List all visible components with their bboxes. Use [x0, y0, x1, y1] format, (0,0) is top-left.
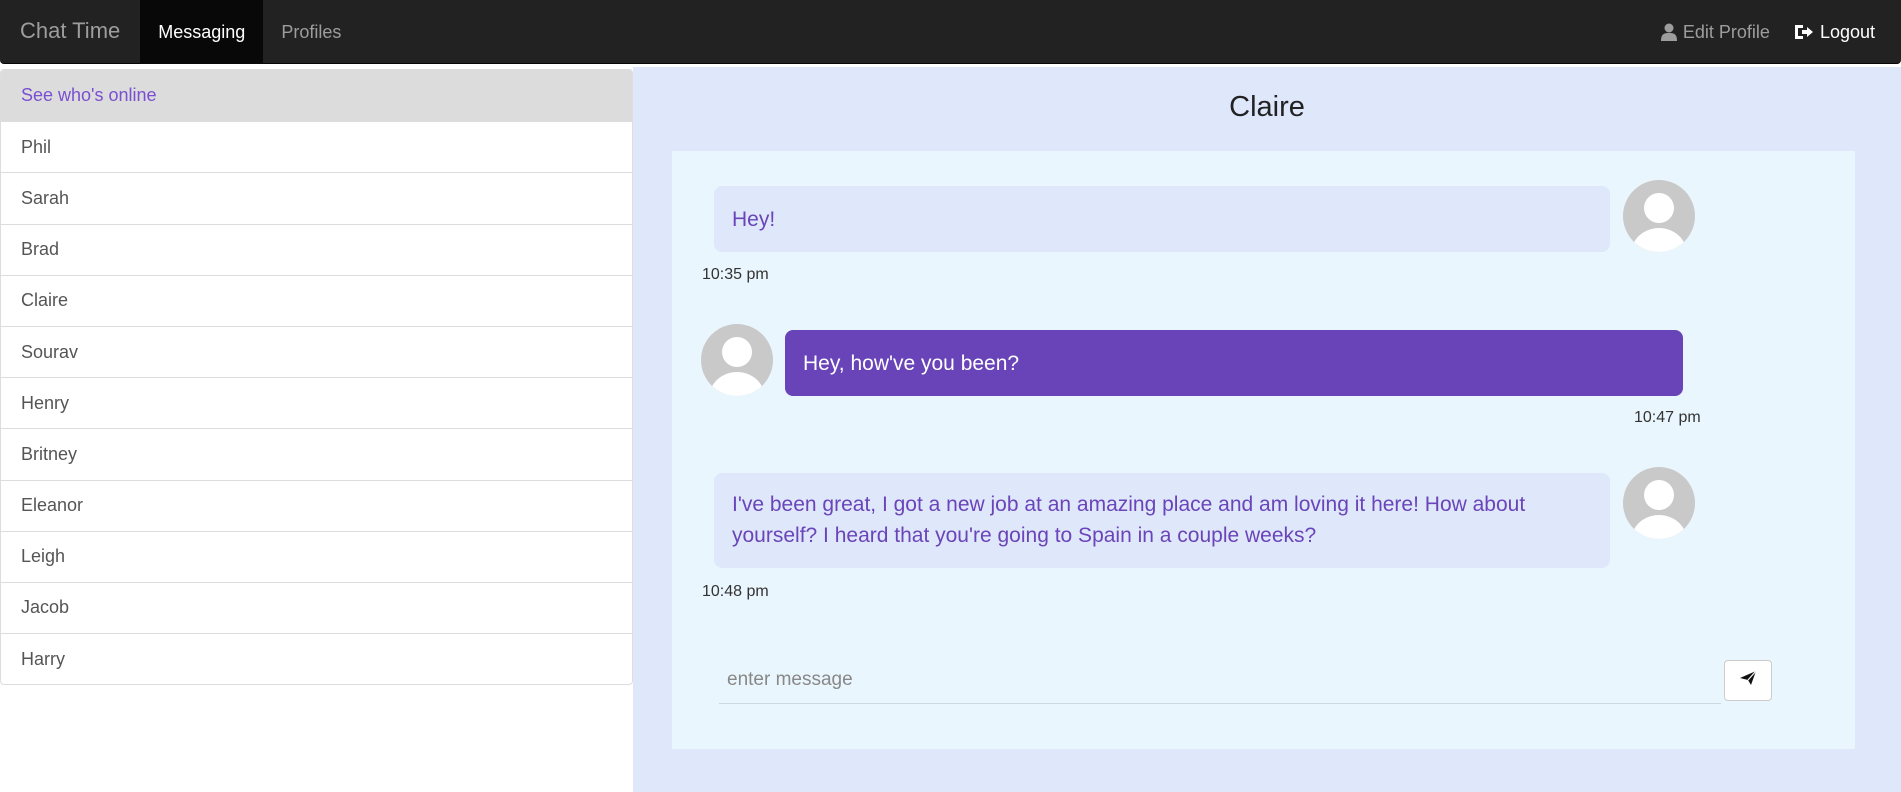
send-icon [1739, 670, 1757, 691]
nav-logout-label: Logout [1819, 21, 1875, 42]
nav-profiles-label: Profiles [281, 21, 342, 42]
sidebar-user-claire[interactable]: Claire [1, 274, 632, 326]
chat-title: Claire [1229, 91, 1305, 123]
nav-messaging-label: Messaging [158, 21, 246, 42]
see-whos-online-link[interactable]: See who's online [1, 70, 632, 122]
sidebar-user-sourav[interactable]: Sourav [1, 325, 632, 377]
message-text: Hey, how've you been? [803, 351, 1020, 375]
sidebar-user-britney[interactable]: Britney [1, 428, 632, 479]
nav-right-group: Edit Profile Logout [1649, 0, 1901, 63]
top-navbar: Chat Time Messaging Profiles Edit Profil… [0, 0, 1901, 64]
nav-edit-profile-label: Edit Profile [1682, 21, 1770, 42]
chat-panel: Claire Hey! 10:35 pm Hey, how've you bee… [633, 67, 1901, 792]
nav-profiles[interactable]: Profiles [263, 0, 359, 63]
sidebar-user-brad[interactable]: Brad [1, 223, 632, 275]
avatar-icon [1623, 467, 1695, 539]
message-timestamp: 10:47 pm [1634, 409, 1701, 426]
sidebar-user-henry[interactable]: Henry [1, 377, 632, 428]
message-bubble-sent: Hey, how've you been? [785, 330, 1683, 396]
sidebar-user-jacob[interactable]: Jacob [1, 581, 632, 633]
message-text: Hey! [732, 207, 776, 231]
online-users-list: See who's online Phil Sarah Brad Claire … [0, 69, 633, 686]
avatar-icon [1623, 180, 1695, 252]
sidebar-user-sarah[interactable]: Sarah [1, 172, 632, 223]
sidebar-user-eleanor[interactable]: Eleanor [1, 479, 632, 531]
brand-logo[interactable]: Chat Time [0, 0, 140, 63]
sidebar-user-harry[interactable]: Harry [1, 633, 632, 684]
message-list: Hey! 10:35 pm Hey, how've you been? 10:4… [672, 151, 1855, 749]
sidebar-user-phil[interactable]: Phil [1, 121, 632, 172]
message-bubble-received: Hey! [714, 186, 1610, 252]
nav-messaging[interactable]: Messaging [140, 0, 264, 63]
nav-logout[interactable]: Logout [1782, 0, 1901, 63]
message-bubble-received: I've been great, I got a new job at an a… [714, 473, 1610, 568]
user-icon [1660, 23, 1677, 41]
send-button[interactable] [1724, 660, 1772, 701]
avatar-icon [701, 324, 773, 396]
logout-icon [1794, 23, 1814, 41]
message-input[interactable] [719, 656, 1721, 704]
message-timestamp: 10:35 pm [702, 266, 769, 283]
message-text: I've been great, I got a new job at an a… [732, 493, 1526, 547]
sidebar-user-leigh[interactable]: Leigh [1, 530, 632, 582]
nav-edit-profile[interactable]: Edit Profile [1649, 0, 1782, 63]
message-timestamp: 10:48 pm [702, 583, 769, 600]
